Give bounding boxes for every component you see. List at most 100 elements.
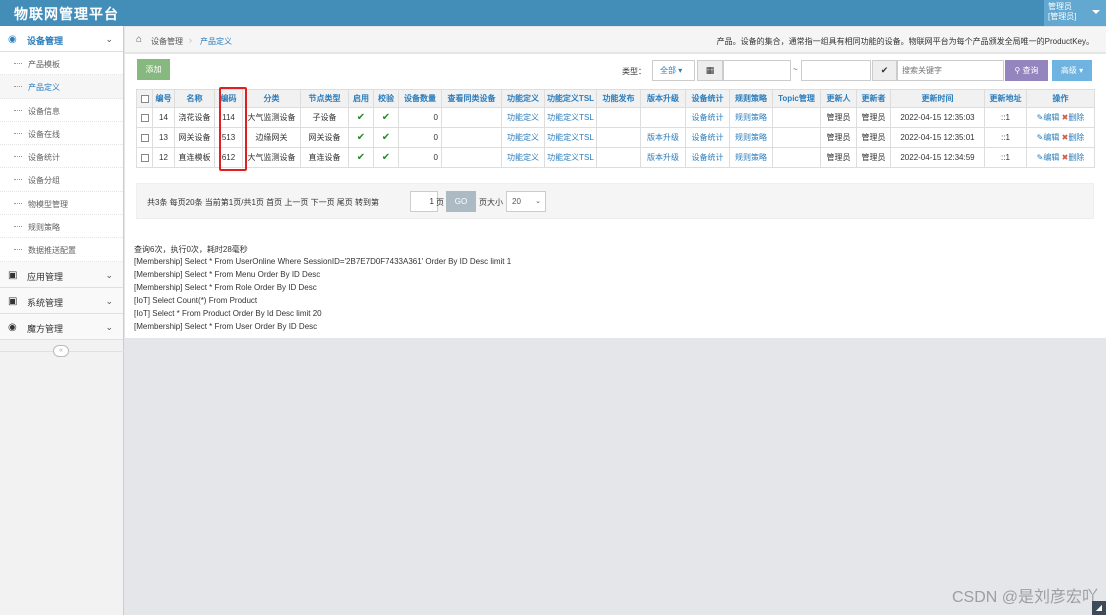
sidebar-item-thing-model[interactable]: 物模型管理 [0, 192, 123, 216]
end-date-input[interactable] [801, 60, 871, 81]
add-button[interactable]: 添加 [137, 59, 170, 80]
query-button[interactable]: ⚲ 查询 [1005, 60, 1048, 81]
col-verify[interactable]: 校验 [373, 89, 399, 108]
sidebar-group-label: 系统管理 [27, 297, 64, 308]
sidebar-item-device-online[interactable]: 设备在线 [0, 122, 123, 146]
edit-link[interactable]: 编辑 [1043, 113, 1059, 122]
delete-link[interactable]: 删除 [1068, 133, 1084, 142]
sidebar-item-product-template[interactable]: 产品模板 [0, 52, 123, 76]
upgrade-link[interactable]: 版本升级 [640, 147, 686, 168]
func-def-link[interactable]: 功能定义 [501, 127, 545, 148]
sidebar-item-label: 产品定义 [28, 83, 60, 93]
col-update-time[interactable]: 更新时间 [890, 89, 985, 108]
sidebar-group-device[interactable]: ◉ 设备管理 ⌄ [0, 26, 123, 52]
cell-view-similar [441, 147, 502, 168]
func-def-link[interactable]: 功能定义 [501, 147, 545, 168]
sql-log: 查询6次，执行0次，耗时28毫秒 [Membership] Select * F… [125, 237, 1106, 338]
log-line: [IoT] Select * From Product Order By Id … [134, 309, 322, 318]
check-icon[interactable]: ✔ [872, 60, 897, 81]
sidebar-item-data-push[interactable]: 数据推送配置 [0, 238, 123, 262]
func-tsl-link[interactable]: 功能定义TSL [544, 147, 597, 168]
sidebar-group-label: 魔方管理 [27, 323, 64, 334]
scroll-corner-icon[interactable]: ◢ [1092, 601, 1106, 615]
func-tsl-link[interactable]: 功能定义TSL [544, 127, 597, 148]
delete-link[interactable]: 删除 [1068, 153, 1084, 162]
sidebar-group-cube[interactable]: ◉ 魔方管理 ⌄ [0, 313, 123, 340]
log-line: [Membership] Select * From User Order By… [134, 322, 318, 331]
col-updater1[interactable]: 更新人 [820, 89, 857, 108]
sidebar-item-rule-strategy[interactable]: 规则策略 [0, 215, 123, 239]
edit-link[interactable]: 编辑 [1043, 153, 1059, 162]
device-stats-link[interactable]: 设备统计 [685, 147, 730, 168]
cell-actions: ✎编辑 ✖删除 [1026, 147, 1095, 168]
device-stats-link[interactable]: 设备统计 [685, 127, 730, 148]
check-icon: ✔ [348, 147, 374, 168]
sidebar-item-product-definition[interactable]: 产品定义 [0, 75, 123, 99]
home-icon[interactable]: ⌂ [136, 34, 142, 45]
breadcrumb-device-management[interactable]: 设备管理 [151, 36, 183, 47]
app-title: 物联网管理平台 [14, 6, 119, 22]
upgrade-link[interactable]: 版本升级 [640, 127, 686, 148]
col-name[interactable]: 名称 [174, 89, 215, 108]
sidebar-group-app[interactable]: ▣ 应用管理 ⌄ [0, 261, 123, 288]
upgrade-link[interactable] [640, 107, 686, 128]
rule-link[interactable]: 规则策略 [729, 107, 773, 128]
col-update-addr[interactable]: 更新地址 [984, 89, 1027, 108]
col-enabled[interactable]: 启用 [348, 89, 374, 108]
col-actions: 操作 [1026, 89, 1095, 108]
sidebar-item-device-stats[interactable]: 设备统计 [0, 145, 123, 169]
col-rule: 规则策略 [729, 89, 773, 108]
cell-updater1: 管理员 [820, 107, 857, 128]
user-menu[interactable]: 管理员 [管理员] [1044, 0, 1106, 26]
sidebar-item-label: 设备信息 [28, 106, 60, 116]
desktop-icon: ▣ [8, 269, 18, 281]
sidebar-collapse-button[interactable]: « [53, 345, 69, 357]
cell-topic [772, 127, 821, 148]
start-date-input[interactable] [723, 60, 791, 81]
sidebar: ◉ 设备管理 ⌄ 产品模板 产品定义 设备信息 设备在线 设备统计 设备分组 物… [0, 26, 124, 615]
type-select[interactable]: 全部 ▾ [652, 60, 695, 81]
check-icon: ✔ [373, 107, 399, 128]
code-column-highlight [219, 87, 247, 171]
chevron-down-icon: ⌄ [105, 295, 113, 306]
chevron-down-icon: ⌄ [105, 269, 113, 280]
edit-link[interactable]: 编辑 [1043, 133, 1059, 142]
func-tsl-link[interactable]: 功能定义TSL [544, 107, 597, 128]
pagination-summary: 共3条 每页20条 当前第1页/共1页 首页 上一页 下一页 尾页 转到第 [147, 198, 380, 207]
col-device-count[interactable]: 设备数量 [398, 89, 442, 108]
cell-updater2: 管理员 [856, 127, 891, 148]
breadcrumb: ⌂ 设备管理 › 产品定义 产品。设备的集合，通常指一组具有相同功能的设备。物联… [125, 27, 1106, 53]
cell-topic [772, 107, 821, 128]
check-icon: ✔ [348, 127, 374, 148]
cell-update-time: 2022-04-15 12:35:03 [890, 107, 985, 128]
rule-link[interactable]: 规则策略 [729, 127, 773, 148]
search-input[interactable] [897, 60, 1004, 81]
row-checkbox[interactable] [136, 127, 153, 148]
col-id[interactable]: 编号 [152, 89, 175, 108]
go-button[interactable]: GO [446, 191, 476, 212]
col-category[interactable]: 分类 [242, 89, 301, 108]
cell-update-addr: ::1 [984, 127, 1027, 148]
page-size-select[interactable]: 20 ⌄ [506, 191, 546, 212]
row-checkbox[interactable] [136, 147, 153, 168]
advanced-button[interactable]: 高级 ▾ [1052, 60, 1092, 81]
sidebar-item-device-group[interactable]: 设备分组 [0, 168, 123, 192]
select-all-checkbox[interactable] [136, 89, 153, 108]
log-line: [Membership] Select * From Menu Order By… [134, 270, 321, 279]
delete-link[interactable]: 删除 [1068, 113, 1084, 122]
page-number-input[interactable]: 1 [410, 191, 438, 212]
log-line: [Membership] Select * From Role Order By… [134, 283, 317, 292]
col-node-type[interactable]: 节点类型 [300, 89, 349, 108]
func-def-link[interactable]: 功能定义 [501, 107, 545, 128]
device-stats-link[interactable]: 设备统计 [685, 107, 730, 128]
row-checkbox[interactable] [136, 107, 153, 128]
cell-id: 14 [152, 107, 175, 128]
col-updater2[interactable]: 更新者 [856, 89, 891, 108]
sidebar-group-system[interactable]: ▣ 系统管理 ⌄ [0, 287, 123, 314]
calendar-icon[interactable]: ▦ [697, 60, 723, 81]
sidebar-item-device-info[interactable]: 设备信息 [0, 99, 123, 122]
rule-link[interactable]: 规则策略 [729, 147, 773, 168]
page-suffix: 页 [436, 198, 444, 207]
breadcrumb-product-definition[interactable]: 产品定义 [200, 36, 232, 47]
cell-actions: ✎编辑 ✖删除 [1026, 107, 1095, 128]
